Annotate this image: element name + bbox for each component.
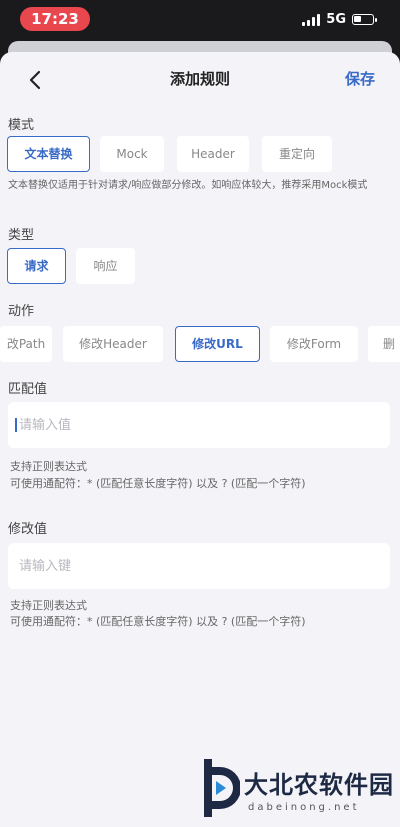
nav-bar: 添加规则 保存 bbox=[0, 52, 400, 104]
mode-options: 文本替换 Mock Header 重定向 bbox=[0, 136, 400, 172]
action-option-url[interactable]: 修改URL bbox=[175, 326, 260, 362]
network-label: 5G bbox=[326, 12, 346, 27]
battery-icon bbox=[352, 14, 377, 25]
action-label: 动作 bbox=[8, 304, 35, 319]
watermark-name: 大北农软件园 bbox=[244, 771, 394, 799]
page-title: 添加规则 bbox=[169, 70, 230, 88]
match-label: 匹配值 bbox=[8, 382, 48, 397]
status-bar: 17:23 5G bbox=[0, 0, 400, 40]
watermark-logo-icon bbox=[204, 759, 240, 817]
match-hint-wildcard: 可使用通配符：* (匹配任意长度字符) 以及 ? (匹配一个字符) bbox=[10, 477, 306, 490]
action-option-path[interactable]: 改Path bbox=[0, 326, 52, 362]
modify-hint-regex: 支持正则表达式 bbox=[10, 599, 87, 612]
save-button[interactable]: 保存 bbox=[345, 68, 375, 89]
type-option-request[interactable]: 请求 bbox=[7, 248, 66, 284]
action-option-form[interactable]: 修改Form bbox=[270, 326, 358, 362]
type-options: 请求 响应 bbox=[0, 248, 400, 284]
mode-option-text-replace[interactable]: 文本替换 bbox=[7, 136, 90, 172]
type-option-response[interactable]: 响应 bbox=[76, 248, 135, 284]
mode-option-mock[interactable]: Mock bbox=[100, 136, 164, 172]
modify-hint-wildcard: 可使用通配符：* (匹配任意长度字符) 以及 ? (匹配一个字符) bbox=[10, 615, 306, 628]
mode-label: 模式 bbox=[8, 118, 35, 133]
watermark: 大北农软件园 dabeinong.net bbox=[202, 757, 398, 823]
action-options: 改Path 修改Header 修改URL 修改Form 删 bbox=[0, 326, 400, 362]
action-option-header[interactable]: 修改Header bbox=[63, 326, 163, 362]
action-option-delete[interactable]: 删 bbox=[368, 326, 400, 362]
mode-option-redirect[interactable]: 重定向 bbox=[262, 136, 332, 172]
status-time: 17:23 bbox=[20, 7, 90, 31]
mode-description: 文本替换仅适用于针对请求/响应做部分修改。如响应体较大，推荐采用Mock模式 bbox=[8, 180, 368, 191]
signal-icon bbox=[302, 13, 321, 26]
match-value-input[interactable] bbox=[8, 402, 390, 448]
match-hint-regex: 支持正则表达式 bbox=[10, 460, 87, 473]
modify-label: 修改值 bbox=[8, 522, 48, 537]
modify-value-input[interactable] bbox=[8, 543, 390, 589]
text-cursor bbox=[15, 418, 17, 432]
watermark-url: dabeinong.net bbox=[248, 802, 360, 813]
add-rule-sheet: 添加规则 保存 模式 文本替换 Mock Header 重定向 文本替换仅适用于… bbox=[0, 52, 400, 827]
status-icons: 5G bbox=[302, 12, 377, 27]
mode-option-header[interactable]: Header bbox=[177, 136, 249, 172]
type-label: 类型 bbox=[8, 228, 35, 243]
